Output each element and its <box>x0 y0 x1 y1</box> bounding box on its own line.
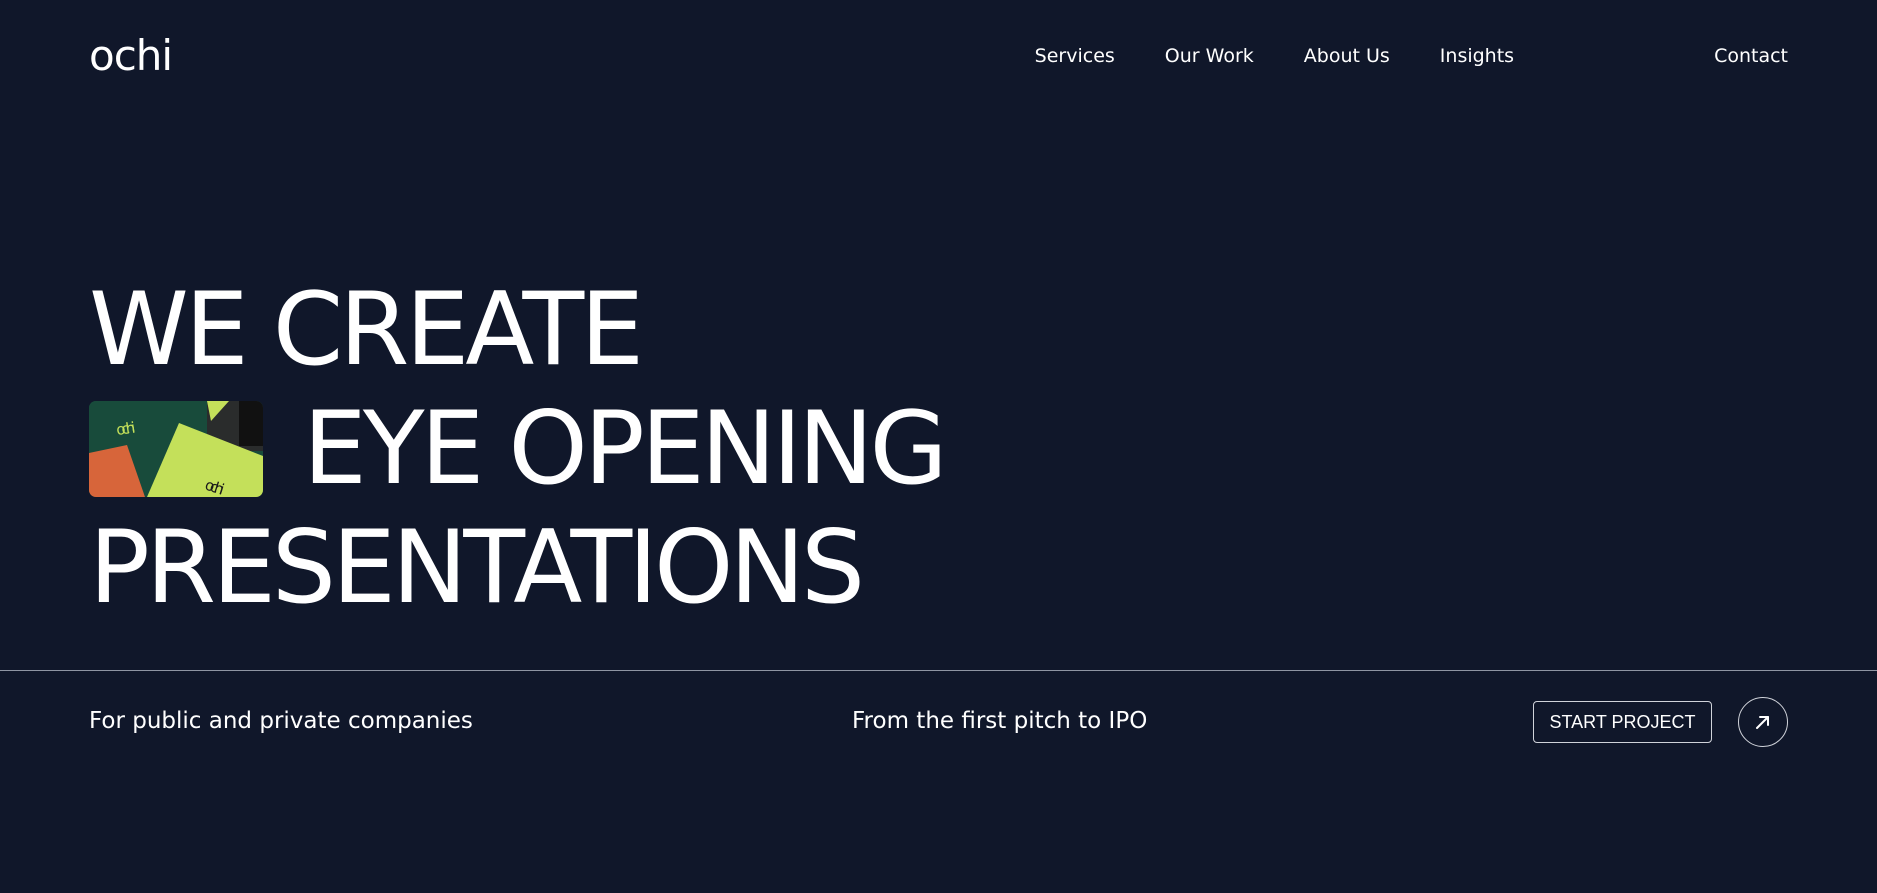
nav-link-insights[interactable]: Insights <box>1440 45 1514 67</box>
hero-line-2: ochi ochi EYE OPENING <box>89 389 1089 508</box>
brand-logo[interactable]: ochi <box>89 32 173 80</box>
hero-line-3-text: PRESENTATIONS <box>89 508 865 626</box>
nav-link-about-us[interactable]: About Us <box>1304 45 1390 67</box>
hero-line-1-text: WE CREATE <box>89 270 644 388</box>
nav-link-contact[interactable]: Contact <box>1714 45 1788 67</box>
start-project-arrow-button[interactable] <box>1738 697 1788 747</box>
nav-link-our-work[interactable]: Our Work <box>1165 45 1254 67</box>
start-project-button[interactable]: START PROJECT <box>1533 701 1712 743</box>
arrow-up-right-icon <box>1756 716 1769 729</box>
nav-links: Services Our Work About Us Insights Cont… <box>1035 32 1788 80</box>
hero-line-1: WE CREATE <box>89 270 1089 389</box>
hero-thumbnail-graphic: ochi ochi <box>89 400 263 497</box>
hero-line-2-text: EYE OPENING <box>303 389 948 507</box>
top-nav: ochi Services Our Work About Us Insights… <box>89 32 1788 80</box>
section-divider <box>0 670 1877 671</box>
page: ochi Services Our Work About Us Insights… <box>0 0 1877 893</box>
hero-thumbnail-image: ochi ochi <box>89 400 263 497</box>
nav-link-services[interactable]: Services <box>1035 45 1115 67</box>
hero-heading: WE CREATE ochi ochi EYE OPENING PRESENTA… <box>89 270 1089 627</box>
hero-line-3: PRESENTATIONS <box>89 508 1089 627</box>
tagline-pitch: From the first pitch to IPO <box>852 708 1148 734</box>
tagline-companies: For public and private companies <box>89 708 473 734</box>
